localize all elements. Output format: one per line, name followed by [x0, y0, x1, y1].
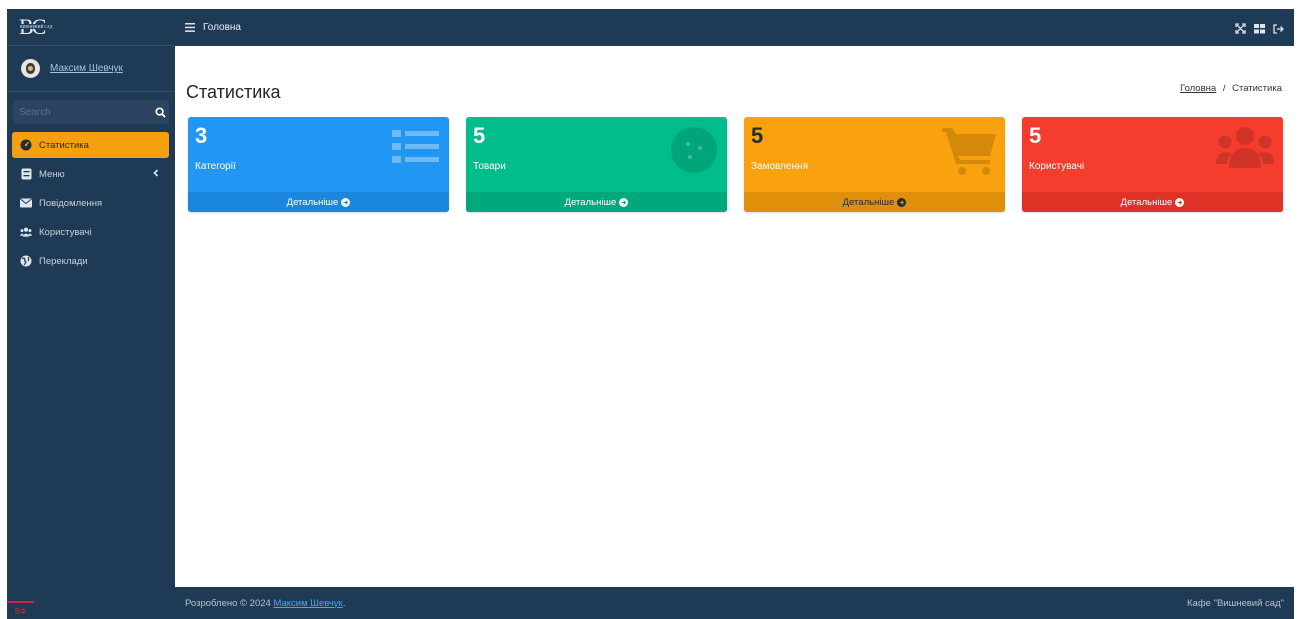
topbar-home-link[interactable]: Головна: [203, 22, 241, 33]
breadcrumb-current: Статистика: [1232, 83, 1282, 94]
sidebar-item-menu[interactable]: Меню: [12, 161, 169, 187]
app-window: BC ВИШНЕВИЙ САД Максим Шевчук Стат: [7, 9, 1294, 619]
brand[interactable]: BC ВИШНЕВИЙ САД: [7, 9, 175, 46]
tachometer-icon: [20, 139, 32, 151]
sidebar-item-messages[interactable]: Повідомлення: [12, 190, 169, 216]
top-navbar: Головна: [175, 9, 1294, 46]
globe-icon: [20, 255, 32, 267]
details-link-label: Детальніше: [842, 196, 895, 208]
users-icon: [1216, 126, 1274, 173]
chevron-left-icon: [153, 169, 159, 180]
menu-toggle-button[interactable]: [185, 19, 195, 37]
envelope-icon: [20, 197, 32, 209]
arrow-circle-right-icon: [1175, 197, 1185, 207]
fullscreen-button[interactable]: [1235, 21, 1246, 39]
details-link[interactable]: Детальніше: [466, 192, 727, 212]
user-panel: Максим Шевчук: [7, 46, 175, 92]
grid-icon: [1254, 24, 1265, 34]
details-link[interactable]: Детальніше: [744, 192, 1005, 212]
breadcrumb-separator: /: [1222, 83, 1226, 94]
details-link[interactable]: Детальніше: [188, 192, 449, 212]
stat-label: Товари: [473, 161, 506, 172]
brand-logo-subtext: ВИШНЕВИЙ САД: [19, 24, 54, 29]
stat-label: Категорії: [195, 161, 236, 172]
details-link-label: Детальніше: [1120, 196, 1173, 208]
stat-cards: 3 Категорії Детальніше 5 Товари Детальні…: [188, 117, 1283, 212]
footer-prefix: Розроблено © 2024: [185, 597, 274, 609]
details-link[interactable]: Детальніше: [1022, 192, 1283, 212]
hamburger-icon: [185, 22, 195, 32]
layout-button[interactable]: [1254, 21, 1265, 39]
breadcrumb: Головна / Статистика: [1180, 83, 1282, 94]
page-footer: Розроблено © 2024 Максим Шевчук. Кафе "В…: [175, 587, 1294, 619]
sidebar-search: [13, 100, 169, 124]
list-icon: [392, 126, 440, 171]
users-icon: [20, 226, 32, 238]
footer-right-text: Кафе "Вишневий сад": [1187, 597, 1284, 609]
list-box-icon: [20, 168, 32, 180]
stat-label: Замовлення: [751, 161, 808, 172]
footer-credits: Розроблено © 2024 Максим Шевчук.: [185, 598, 345, 609]
footer-author-link[interactable]: Максим Шевчук: [273, 598, 342, 609]
cookie-icon: [670, 126, 718, 179]
sidebar-item-label: Переклади: [39, 255, 88, 267]
footer-suffix: .: [342, 597, 346, 609]
stat-value: 5: [473, 123, 486, 148]
sidebar-item-users[interactable]: Користувачі: [12, 219, 169, 245]
logout-icon: [1273, 24, 1284, 34]
sidebar-item-statistics[interactable]: Статистика: [12, 132, 169, 158]
logout-button[interactable]: [1273, 21, 1284, 39]
stat-card-categories: 3 Категорії Детальніше: [188, 117, 449, 212]
sidebar-nav: Статистика Меню Повідомлення Користувачі…: [7, 132, 175, 274]
sidebar-item-label: Статистика: [39, 139, 89, 151]
sidebar-item-label: Меню: [39, 168, 65, 180]
sidebar-item-translations[interactable]: Переклади: [12, 248, 169, 274]
search-icon: [154, 106, 166, 118]
page-title: Статистика: [186, 82, 281, 102]
sidebar-item-label: Повідомлення: [39, 197, 103, 209]
user-name-link[interactable]: Максим Шевчук: [50, 63, 123, 74]
details-link-label: Детальніше: [564, 196, 617, 208]
stat-card-products: 5 Товари Детальніше: [466, 117, 727, 212]
arrow-circle-right-icon: [897, 197, 907, 207]
stat-value: 5: [751, 123, 764, 148]
search-input[interactable]: [13, 100, 151, 124]
stat-card-users: 5 Користувачі Детальніше: [1022, 117, 1283, 212]
stat-card-orders: 5 Замовлення Детальніше: [744, 117, 1005, 212]
details-link-label: Детальніше: [286, 196, 339, 208]
topbar-actions: [1235, 21, 1284, 39]
stat-label: Користувачі: [1029, 161, 1085, 172]
stat-value: 5: [1029, 123, 1042, 148]
main-content: Статистика Головна / Статистика 3 Катего…: [175, 46, 1294, 587]
breadcrumb-home-link[interactable]: Головна: [1180, 83, 1216, 94]
search-button[interactable]: [151, 100, 169, 124]
cart-icon: [942, 126, 996, 181]
stat-value: 3: [195, 123, 208, 148]
sidebar: BC ВИШНЕВИЙ САД Максим Шевчук Стат: [7, 9, 175, 619]
debug-badge[interactable]: ВФ: [7, 601, 34, 619]
fullscreen-icon: [1235, 23, 1246, 34]
arrow-circle-right-icon: [619, 197, 629, 207]
brand-logo: BC ВИШНЕВИЙ САД: [19, 14, 54, 40]
avatar: [21, 59, 40, 78]
arrow-circle-right-icon: [341, 197, 351, 207]
sidebar-item-label: Користувачі: [39, 226, 92, 238]
